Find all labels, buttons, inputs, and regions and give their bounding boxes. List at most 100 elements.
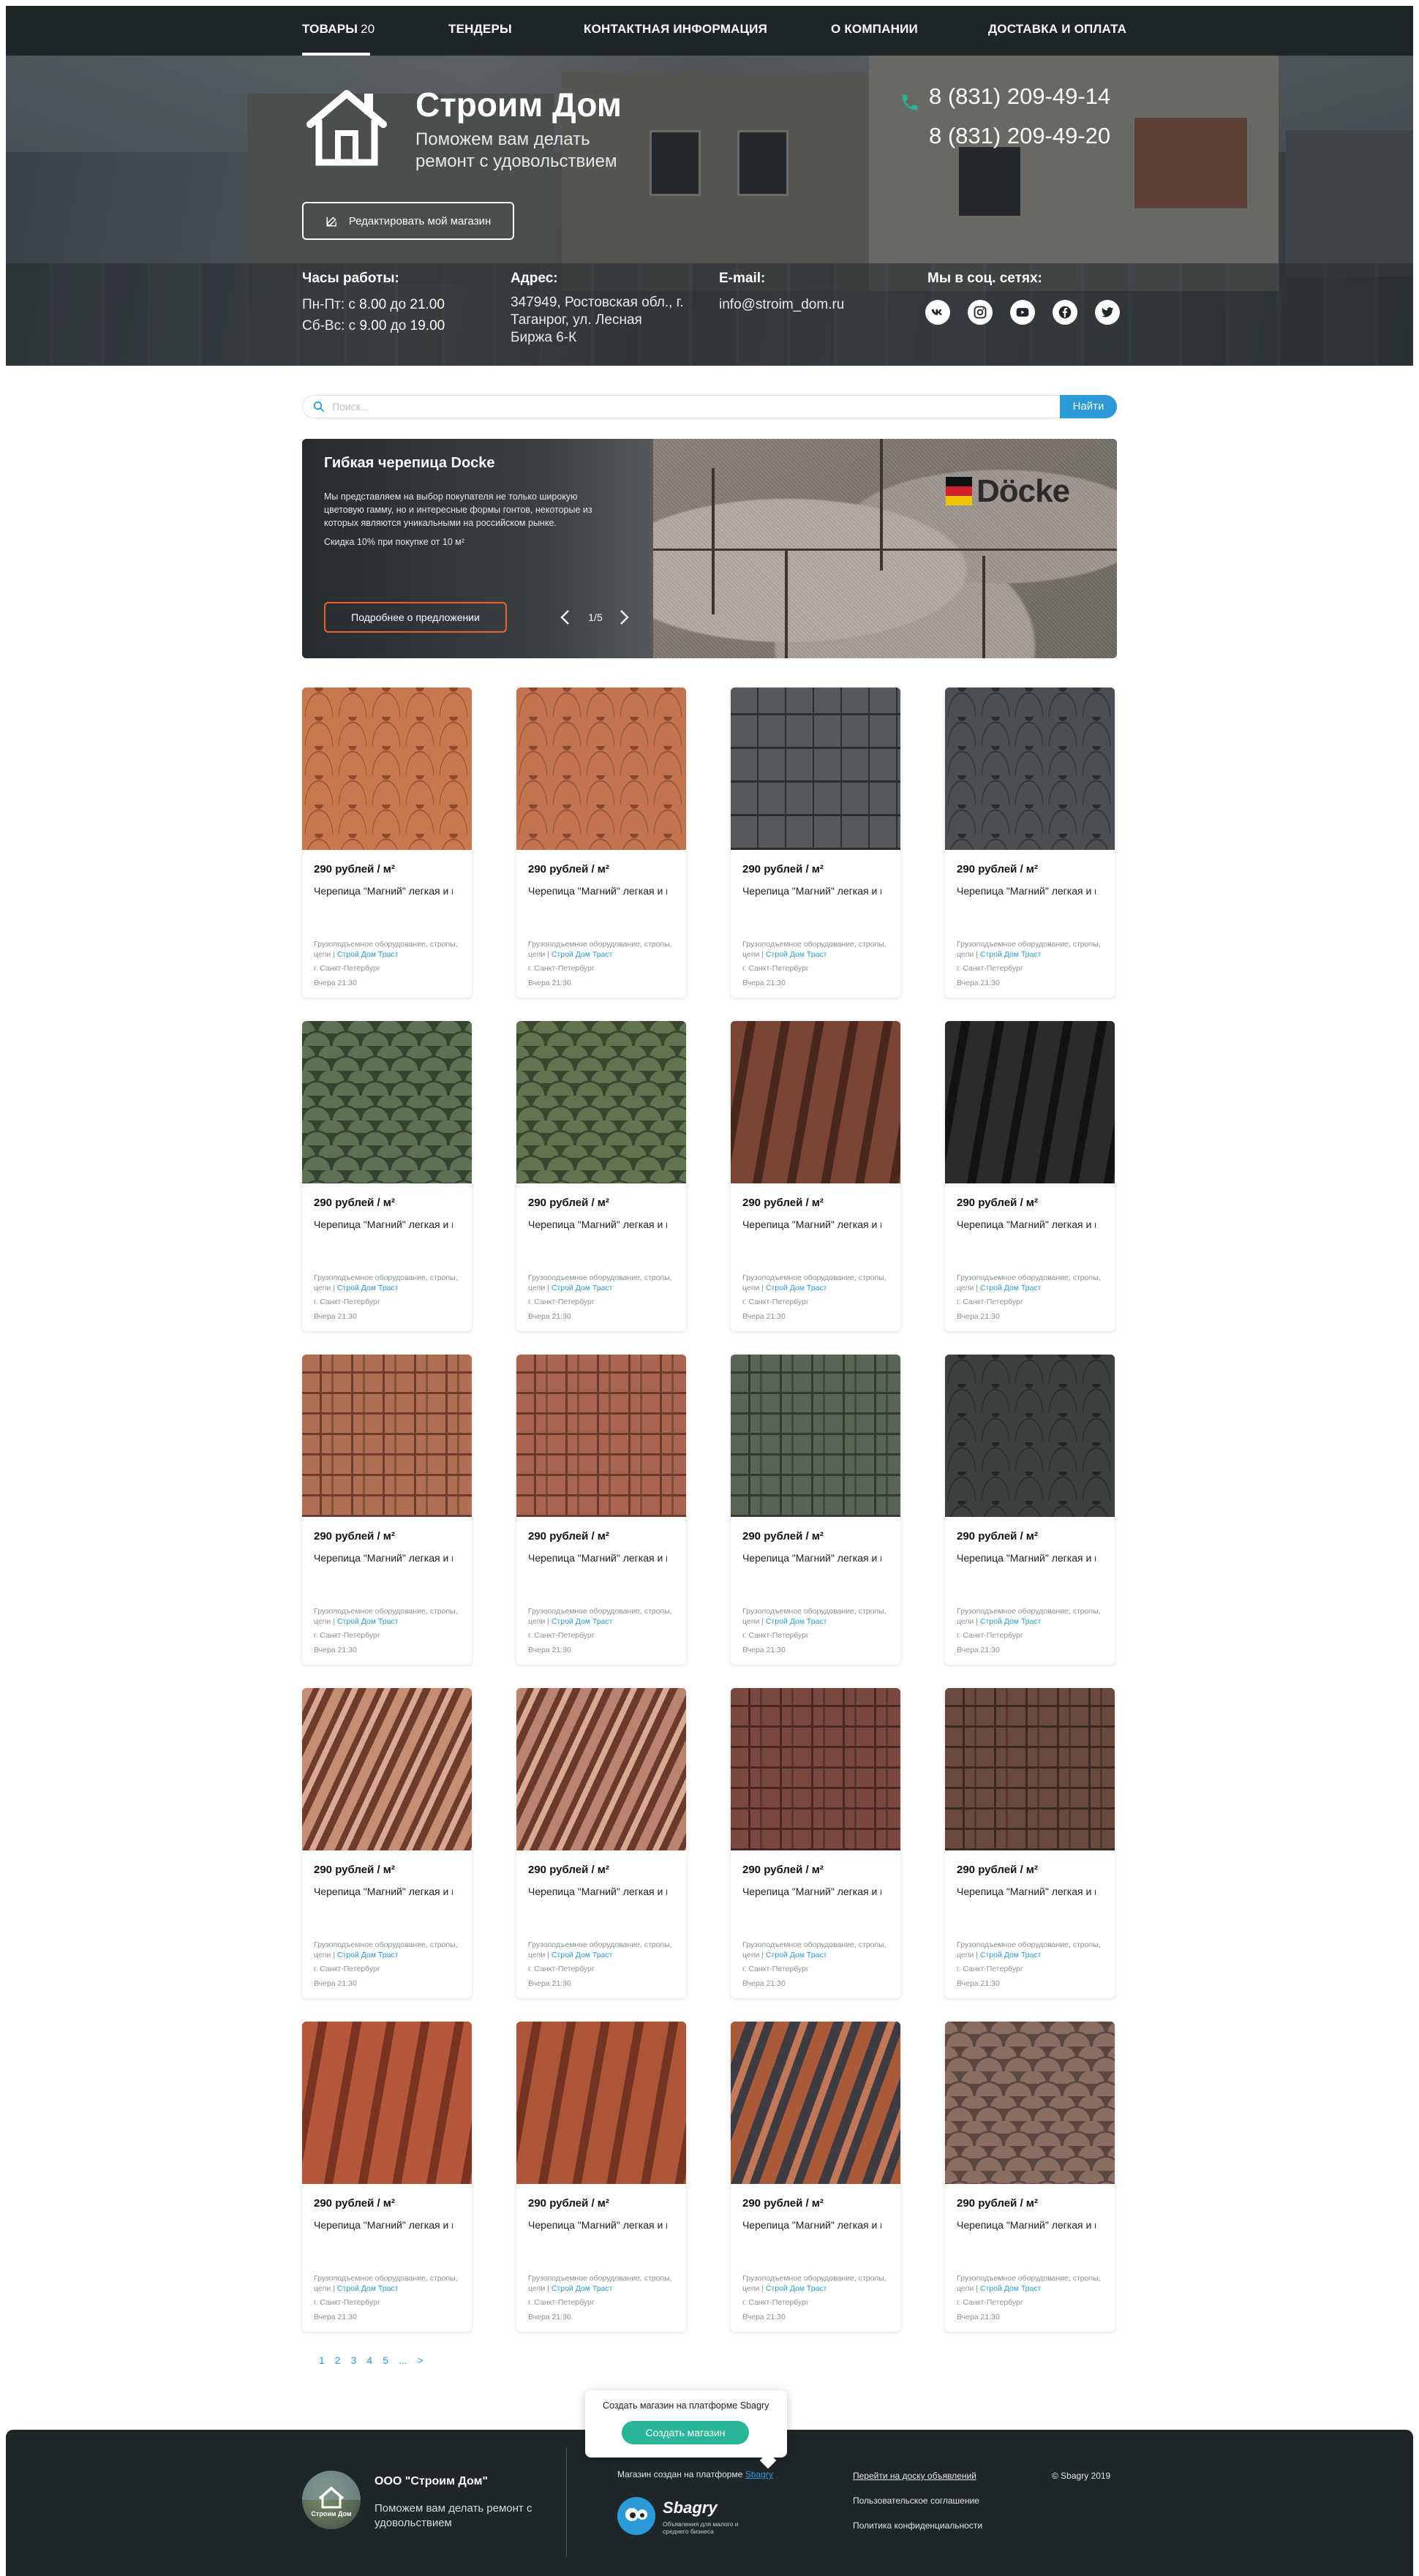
- product-card[interactable]: 290 рублей / м² Черепица "Магний" легкая…: [302, 1021, 472, 1331]
- product-title[interactable]: Черепица "Магний" легкая и прочная если …: [957, 2218, 1096, 2232]
- seller-link[interactable]: Строй Дом Траст: [337, 1951, 399, 1959]
- nav-item-products[interactable]: ТОВАРЫ 20: [302, 22, 374, 37]
- product-title[interactable]: Черепица "Магний" легкая и прочная если …: [314, 2218, 453, 2232]
- product-card[interactable]: 290 рублей / м² Черепица "Магний" легкая…: [516, 1688, 686, 1998]
- seller-link[interactable]: Строй Дом Траст: [552, 2284, 613, 2293]
- phone-number-2[interactable]: 8 (831) 209-49-20: [929, 123, 1110, 149]
- product-title[interactable]: Черепица "Магний" легкая и прочная если …: [742, 1217, 881, 1232]
- product-card[interactable]: 290 рублей / м² Черепица "Магний" легкая…: [516, 688, 686, 998]
- page-next[interactable]: >: [418, 2354, 424, 2366]
- product-image[interactable]: [945, 1688, 1115, 1850]
- facebook-icon[interactable]: [1053, 300, 1077, 325]
- product-title[interactable]: Черепица "Магний" легкая и прочная если …: [742, 2218, 881, 2232]
- product-card[interactable]: 290 рублей / м² Черепица "Магний" легкая…: [945, 1021, 1115, 1331]
- product-image[interactable]: [302, 2022, 472, 2184]
- seller-link[interactable]: Строй Дом Траст: [552, 1284, 613, 1292]
- product-image[interactable]: [945, 1355, 1115, 1517]
- product-title[interactable]: Черепица "Магний" легкая и прочная если …: [314, 1884, 453, 1899]
- product-image[interactable]: [731, 1021, 900, 1183]
- product-card[interactable]: 290 рублей / м² Черепица "Магний" легкая…: [945, 688, 1115, 998]
- seller-link[interactable]: Строй Дом Траст: [766, 1951, 827, 1959]
- product-title[interactable]: Черепица "Магний" легкая и прочная если …: [742, 884, 881, 898]
- chevron-right-icon[interactable]: [617, 609, 631, 626]
- seller-link[interactable]: Строй Дом Траст: [766, 950, 827, 959]
- footer-link-privacy[interactable]: Политика конфиденциальности: [853, 2520, 982, 2531]
- seller-link[interactable]: Строй Дом Траст: [337, 1617, 399, 1626]
- sbagry-logo-icon[interactable]: [617, 2497, 655, 2535]
- banner-details-button[interactable]: Подробнее о предложении: [324, 602, 507, 633]
- product-image[interactable]: [731, 1688, 900, 1850]
- youtube-icon[interactable]: [1010, 300, 1035, 325]
- seller-link[interactable]: Строй Дом Траст: [337, 950, 399, 959]
- create-store-button[interactable]: Создать магазин: [622, 2421, 749, 2444]
- vk-icon[interactable]: [925, 300, 950, 325]
- nav-item-about[interactable]: О КОМПАНИИ: [831, 22, 918, 37]
- edit-store-button[interactable]: Редактировать мой магазин: [302, 202, 514, 240]
- product-title[interactable]: Черепица "Магний" легкая и прочная если …: [957, 1217, 1096, 1232]
- product-title[interactable]: Черепица "Магний" легкая и прочная если …: [314, 1217, 453, 1232]
- product-image[interactable]: [302, 1688, 472, 1850]
- phone-number-1[interactable]: 8 (831) 209-49-14: [929, 83, 1110, 110]
- product-title[interactable]: Черепица "Магний" легкая и прочная если …: [528, 884, 667, 898]
- seller-link[interactable]: Строй Дом Траст: [552, 1951, 613, 1959]
- page-link-3[interactable]: 3: [351, 2354, 357, 2366]
- email-link[interactable]: info@stroim_dom.ru: [719, 294, 844, 315]
- product-title[interactable]: Черепица "Магний" легкая и прочная если …: [314, 1551, 453, 1565]
- product-title[interactable]: Черепица "Магний" легкая и прочная если …: [742, 1884, 881, 1899]
- product-title[interactable]: Черепица "Магний" легкая и прочная если …: [528, 2218, 667, 2232]
- product-image[interactable]: [945, 688, 1115, 850]
- product-title[interactable]: Черепица "Магний" легкая и прочная если …: [528, 1217, 667, 1232]
- nav-item-delivery[interactable]: ДОСТАВКА И ОПЛАТА: [988, 22, 1126, 37]
- seller-link[interactable]: Строй Дом Траст: [766, 2284, 827, 2293]
- page-link-1[interactable]: 1: [319, 2354, 325, 2366]
- nav-item-contacts[interactable]: КОНТАКТНАЯ ИНФОРМАЦИЯ: [584, 22, 767, 37]
- product-image[interactable]: [516, 2022, 686, 2184]
- product-image[interactable]: [516, 688, 686, 850]
- seller-link[interactable]: Строй Дом Траст: [980, 1284, 1042, 1292]
- product-card[interactable]: 290 рублей / м² Черепица "Магний" легкая…: [731, 1021, 900, 1331]
- product-title[interactable]: Черепица "Магний" легкая и прочная если …: [314, 884, 453, 898]
- product-card[interactable]: 290 рублей / м² Черепица "Магний" легкая…: [731, 688, 900, 998]
- product-title[interactable]: Черепица "Магний" легкая и прочная если …: [528, 1884, 667, 1899]
- product-card[interactable]: 290 рублей / м² Черепица "Магний" легкая…: [516, 1021, 686, 1331]
- search-button[interactable]: Найти: [1060, 395, 1117, 418]
- product-image[interactable]: [945, 2022, 1115, 2184]
- footer-link-board[interactable]: Перейти на доску объявлений: [853, 2471, 976, 2481]
- seller-link[interactable]: Строй Дом Траст: [337, 1284, 399, 1292]
- product-image[interactable]: [516, 1355, 686, 1517]
- product-title[interactable]: Черепица "Магний" легкая и прочная если …: [742, 1551, 881, 1565]
- page-link-5[interactable]: 5: [383, 2354, 388, 2366]
- product-card[interactable]: 290 рублей / м² Черепица "Магний" легкая…: [516, 2022, 686, 2332]
- seller-link[interactable]: Строй Дом Траст: [552, 950, 613, 959]
- search-input[interactable]: [332, 399, 1049, 415]
- product-title[interactable]: Черепица "Магний" легкая и прочная если …: [528, 1551, 667, 1565]
- product-title[interactable]: Черепица "Магний" легкая и прочная если …: [957, 1551, 1096, 1565]
- twitter-icon[interactable]: [1095, 300, 1120, 325]
- footer-link-terms[interactable]: Пользовательское соглашение: [853, 2496, 979, 2506]
- product-title[interactable]: Черепица "Магний" легкая и прочная если …: [957, 884, 1096, 898]
- seller-link[interactable]: Строй Дом Траст: [980, 1951, 1042, 1959]
- seller-link[interactable]: Строй Дом Траст: [980, 1617, 1042, 1626]
- product-card[interactable]: 290 рублей / м² Черепица "Магний" легкая…: [302, 1688, 472, 1998]
- product-image[interactable]: [731, 2022, 900, 2184]
- product-image[interactable]: [516, 1688, 686, 1850]
- product-image[interactable]: [731, 1355, 900, 1517]
- chevron-left-icon[interactable]: [558, 609, 573, 626]
- seller-link[interactable]: Строй Дом Траст: [766, 1284, 827, 1292]
- nav-item-tenders[interactable]: ТЕНДЕРЫ: [448, 22, 512, 37]
- seller-link[interactable]: Строй Дом Траст: [337, 2284, 399, 2293]
- page-link-4[interactable]: 4: [366, 2354, 372, 2366]
- seller-link[interactable]: Строй Дом Траст: [766, 1617, 827, 1626]
- product-card[interactable]: 290 рублей / м² Черепица "Магний" легкая…: [945, 2022, 1115, 2332]
- product-image[interactable]: [302, 1021, 472, 1183]
- product-card[interactable]: 290 рублей / м² Черепица "Магний" легкая…: [302, 688, 472, 998]
- seller-link[interactable]: Строй Дом Траст: [552, 1617, 613, 1626]
- product-image[interactable]: [302, 1355, 472, 1517]
- product-card[interactable]: 290 рублей / м² Черепица "Магний" легкая…: [731, 1688, 900, 1998]
- sbagry-logo-text[interactable]: Sbagry: [663, 2498, 718, 2517]
- product-card[interactable]: 290 рублей / м² Черепица "Магний" легкая…: [302, 2022, 472, 2332]
- product-image[interactable]: [731, 688, 900, 850]
- product-card[interactable]: 290 рублей / м² Черепица "Магний" легкая…: [731, 2022, 900, 2332]
- instagram-icon[interactable]: [968, 300, 993, 325]
- product-image[interactable]: [302, 688, 472, 850]
